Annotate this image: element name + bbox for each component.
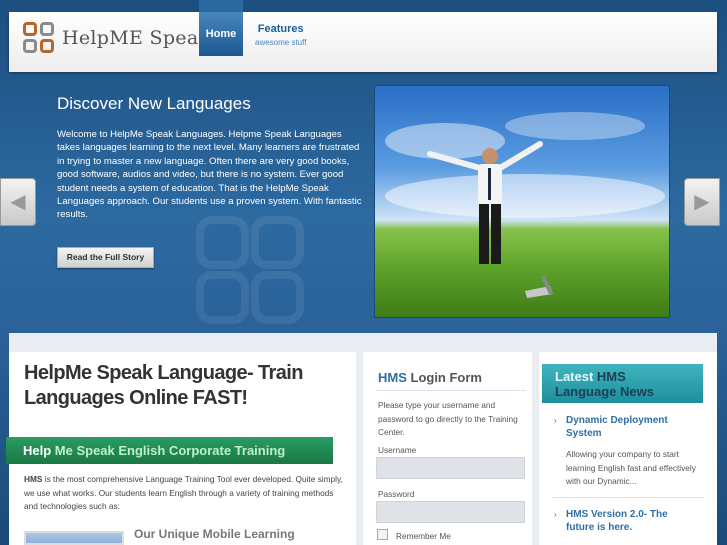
divider [552, 497, 704, 498]
news-header-line2: Language News [555, 384, 654, 399]
page-title: HelpMe Speak Language- Train Languages O… [24, 362, 303, 409]
logo-icon [23, 22, 54, 53]
intro-bold: HMS [24, 474, 43, 484]
nav-features-label: Features [257, 23, 304, 35]
intro-body: is the most comprehensive Language Train… [24, 474, 343, 511]
bullet-arrow-icon: › [554, 416, 557, 425]
news-header: Latest HMS Language News [542, 364, 703, 403]
site-header: HelpME Speak Home Features awesome stuff [9, 0, 717, 72]
bullet-arrow-icon: › [554, 510, 557, 519]
corporate-training-banner: Help Me Speak English Corporate Training [6, 437, 333, 464]
mobile-learning-image [24, 531, 124, 545]
watermark-logo [196, 216, 304, 324]
hero-illustration [385, 112, 665, 298]
intro-text: HMS is the most comprehensive Language T… [24, 473, 348, 514]
slider-next-button[interactable]: ▶ [684, 178, 720, 226]
login-title: HMS Login Form [378, 370, 482, 385]
news-header-latest: Latest [555, 369, 594, 384]
chevron-left-icon: ◀ [10, 191, 26, 213]
remember-me-label: Remember Me [396, 531, 451, 541]
slider-prev-button[interactable]: ◀ [0, 178, 36, 226]
username-input[interactable] [376, 457, 525, 479]
banner-part1: Help [23, 443, 52, 458]
hero-image [374, 85, 670, 318]
username-label: Username [378, 445, 417, 455]
read-full-story-button[interactable]: Read the Full Story [57, 247, 154, 268]
password-label: Password [378, 489, 415, 499]
password-input[interactable] [376, 501, 525, 523]
hero-text: Welcome to HelpMe Speak Languages. Helpm… [57, 129, 362, 221]
hero-title: Discover New Languages [57, 94, 251, 113]
site-logo[interactable]: HelpME Speak [23, 22, 210, 53]
remember-me-checkbox[interactable] [377, 529, 388, 540]
news-item-title[interactable]: HMS Version 2.0- The future is here. [566, 509, 696, 534]
news-item-text: Allowing your company to start learning … [566, 449, 696, 486]
banner-part2: Me Speak English Corporate Training [51, 443, 286, 458]
news-item-title[interactable]: Dynamic Deployment System [566, 415, 696, 440]
login-title-rest: Login Form [406, 370, 483, 385]
login-description: Please type your username and password t… [378, 400, 518, 437]
login-title-bold: HMS [378, 370, 407, 385]
divider [376, 390, 526, 391]
nav-features-sub: awesome stuff [255, 38, 307, 47]
nav-home-tab[interactable]: Home [199, 0, 243, 56]
chevron-right-icon: ▶ [694, 191, 710, 213]
news-header-hms: HMS [593, 369, 626, 384]
mobile-learning-title: Our Unique Mobile Learning [134, 527, 295, 541]
logo-text: HelpME Speak [62, 26, 211, 49]
nav-features-tab[interactable]: Features awesome stuff [255, 23, 306, 47]
